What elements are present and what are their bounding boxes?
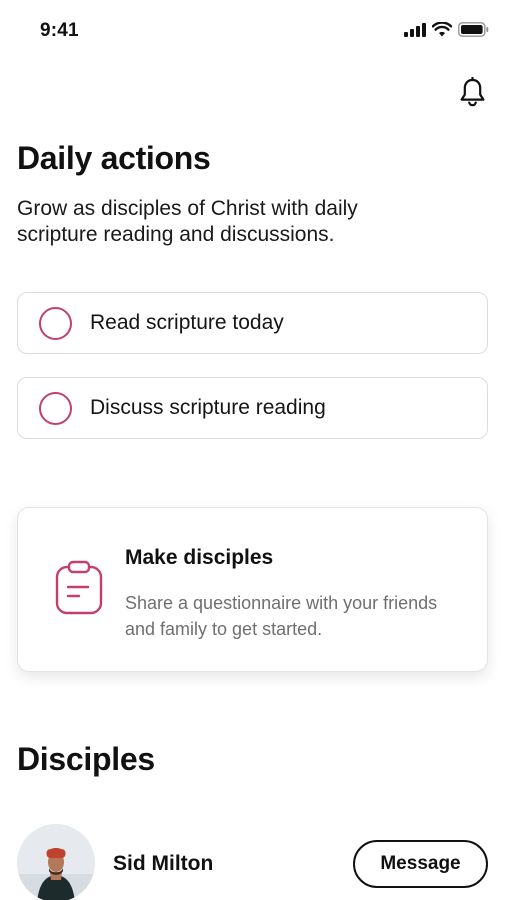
notifications-button[interactable]: [457, 76, 487, 113]
disciple-list-item[interactable]: Sid Milton Message: [17, 824, 490, 900]
daily-actions-subtitle: Grow as disciples of Christ with daily s…: [17, 197, 358, 246]
wifi-icon: [431, 21, 453, 42]
action-label: Discuss scripture reading: [90, 396, 326, 419]
action-discuss-scripture[interactable]: Discuss scripture reading: [17, 377, 488, 439]
make-disciples-title: Make disciples: [125, 546, 274, 569]
clipboard-icon: [54, 560, 104, 616]
battery-icon: [458, 22, 489, 42]
daily-actions-title: Daily actions: [17, 140, 211, 176]
action-read-scripture[interactable]: Read scripture today: [17, 292, 488, 354]
make-disciples-description: Share a questionnaire with your friends …: [125, 593, 438, 639]
action-label: Read scripture today: [90, 311, 284, 334]
status-time: 9:41: [40, 20, 79, 41]
bell-icon: [459, 76, 486, 113]
disciples-title: Disciples: [17, 741, 155, 777]
make-disciples-card[interactable]: Make disciples Share a questionnaire wit…: [17, 507, 488, 672]
daily-actions-screen: 9:41 Daily actions Grow as disciples of …: [0, 0, 507, 900]
cellular-signal-icon: [404, 22, 426, 42]
disciple-name: Sid Milton: [113, 852, 214, 875]
unchecked-circle-icon[interactable]: [39, 391, 72, 425]
avatar[interactable]: [17, 824, 95, 900]
status-icons: [404, 21, 489, 42]
unchecked-circle-icon[interactable]: [39, 306, 72, 340]
status-bar: 9:41: [0, 0, 507, 60]
message-button[interactable]: Message: [353, 840, 488, 888]
